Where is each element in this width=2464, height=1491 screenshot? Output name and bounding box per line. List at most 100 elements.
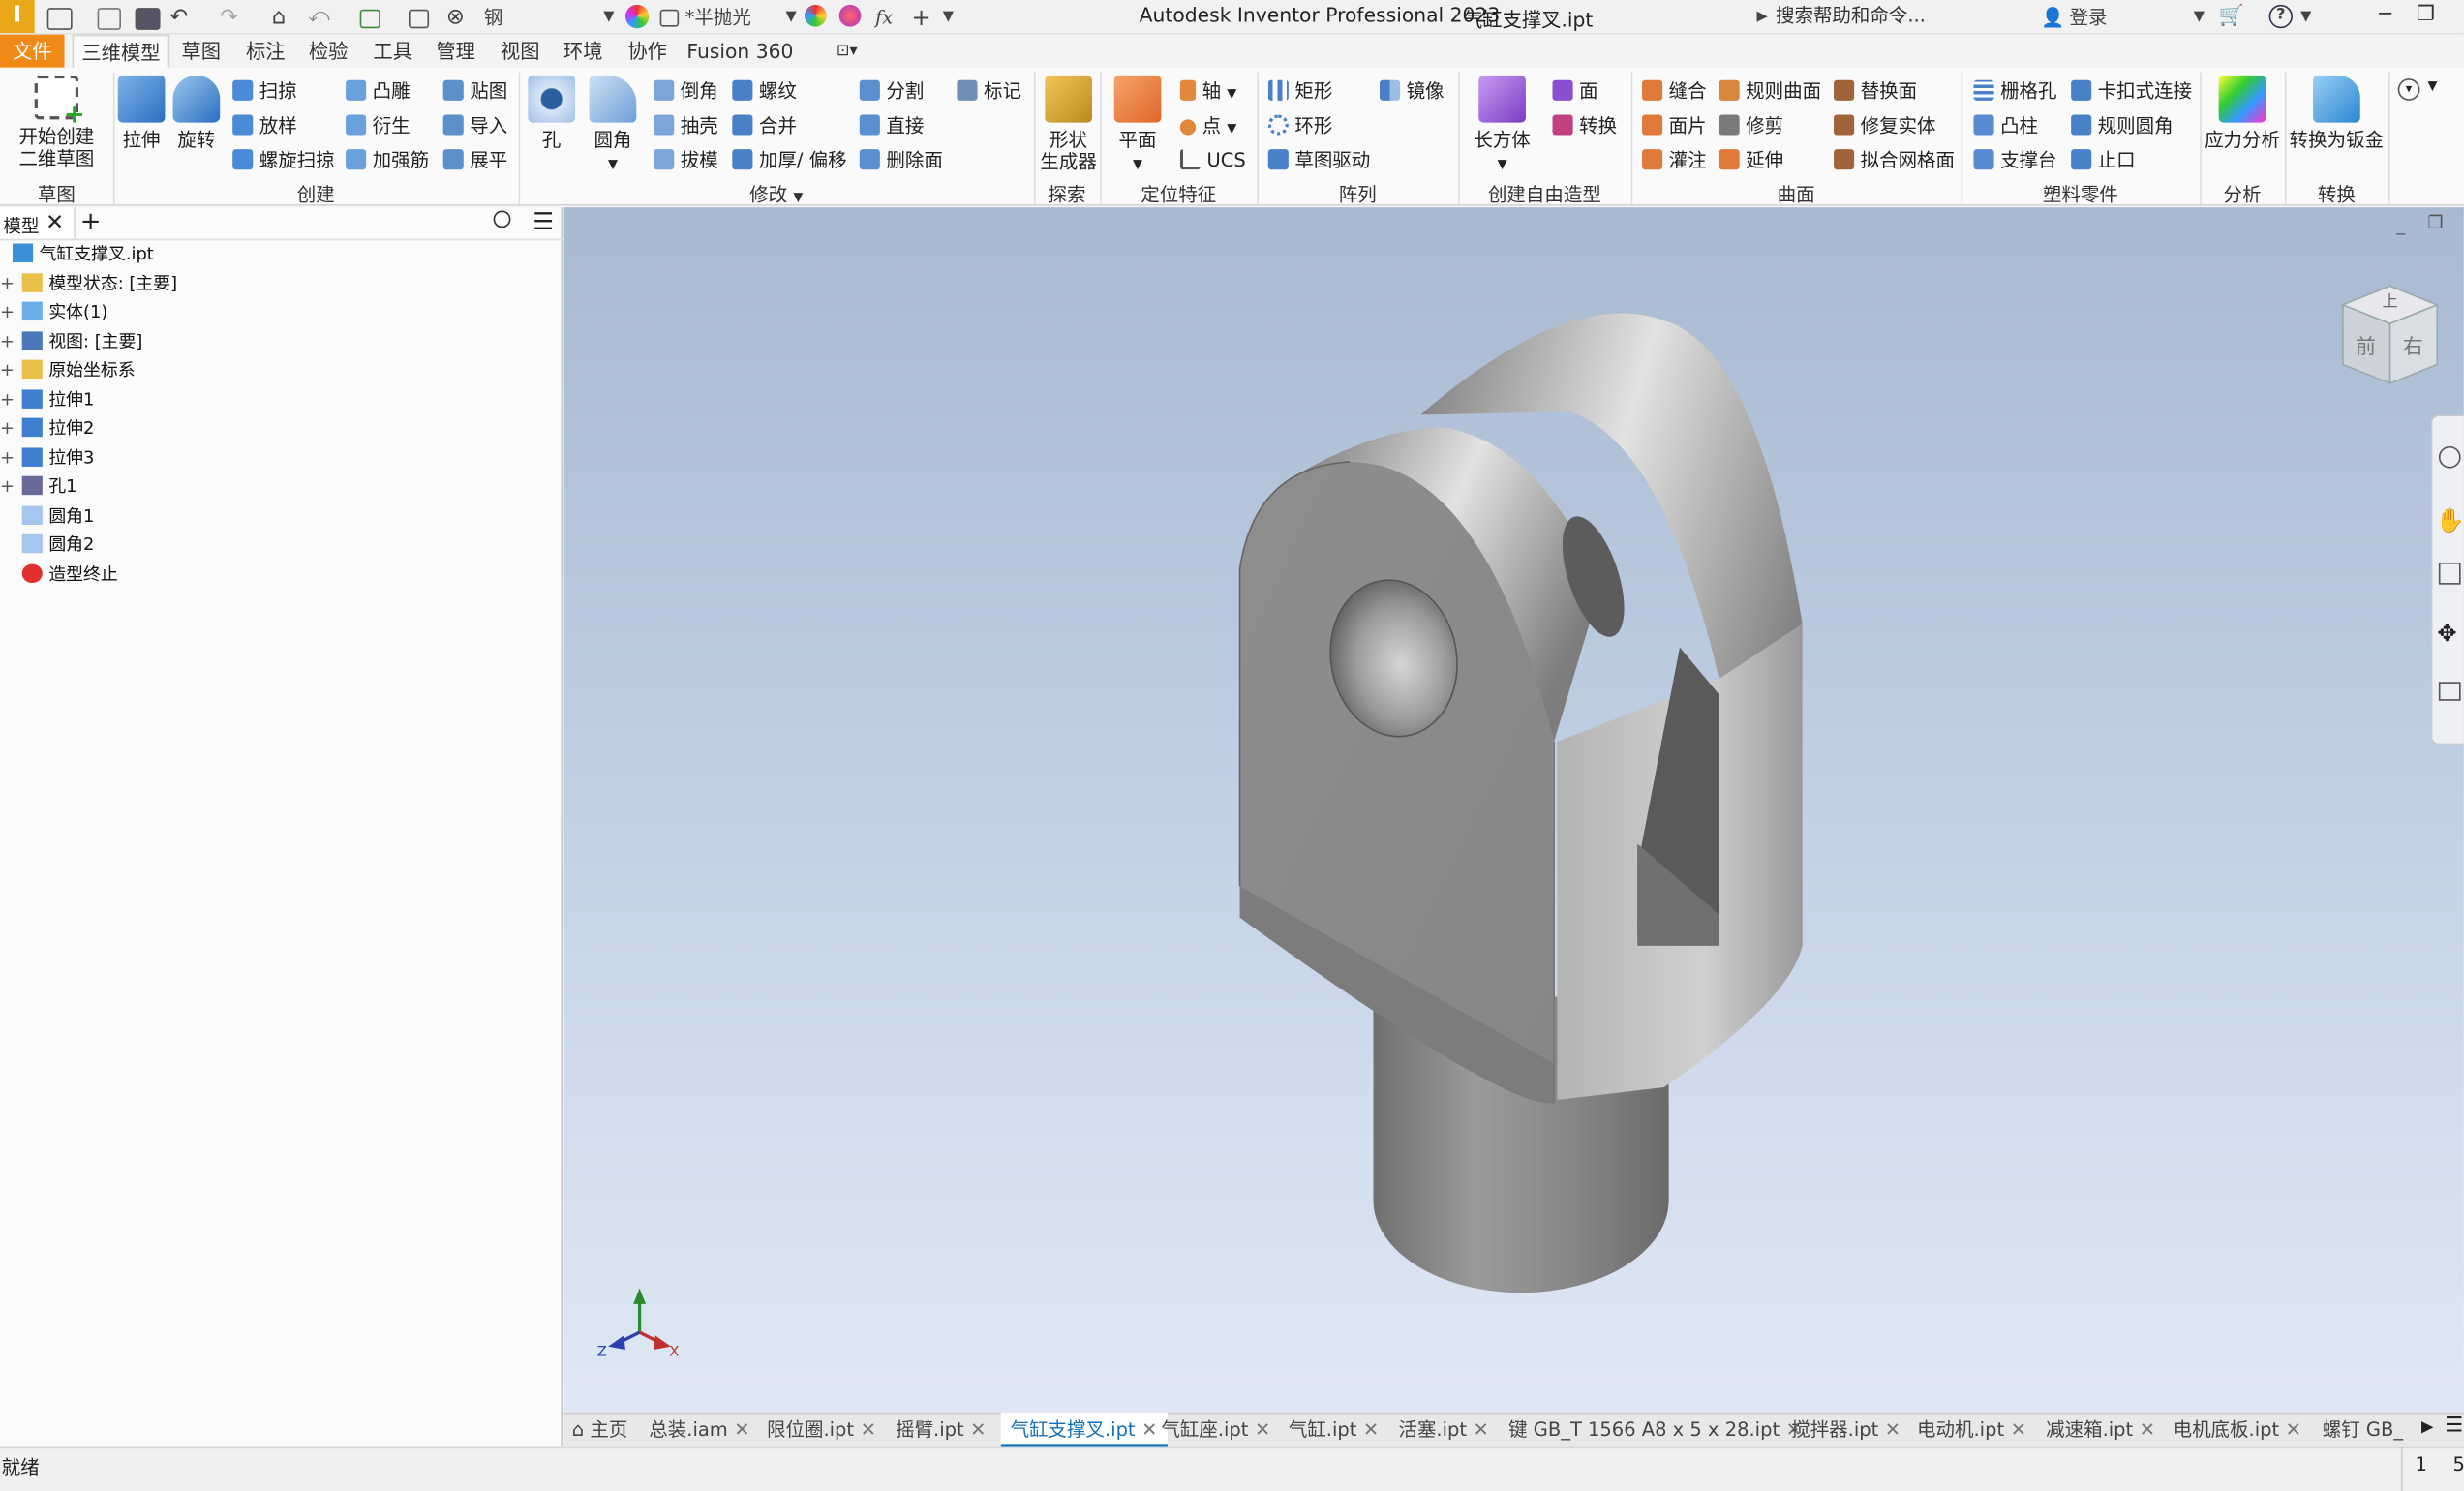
rectangular-pattern-button[interactable]: 矩形 <box>1267 77 1332 106</box>
patch-button[interactable]: 面片 <box>1642 111 1707 139</box>
shell-button[interactable]: 抽壳 <box>654 111 718 139</box>
mark-button[interactable]: 标记 <box>957 77 1021 106</box>
login-link[interactable]: 登录 <box>2069 3 2107 31</box>
panel-tab-model[interactable]: 模型 <box>3 214 39 239</box>
thicken-offset-button[interactable]: 加厚/ 偏移 <box>732 146 847 174</box>
import-button[interactable]: 导入 <box>442 111 507 139</box>
plus-icon[interactable]: + <box>911 3 930 31</box>
material-sphere-icon[interactable]: ⊗ <box>446 3 465 31</box>
tree-node[interactable]: + 拉伸2 <box>0 414 94 442</box>
plane-button[interactable]: 平面 ▼ <box>1110 75 1166 176</box>
close-tab-icon[interactable]: ✕ <box>734 1418 749 1441</box>
document-tab[interactable]: 电机底板.ipt ✕ <box>2174 1413 2301 1447</box>
split-button[interactable]: 分割 <box>859 77 924 106</box>
tab-3d-model[interactable]: 三维模型 <box>72 34 170 68</box>
loft-button[interactable]: 放样 <box>232 111 297 139</box>
minimize-icon[interactable]: ─ <box>2379 3 2391 26</box>
extrude-button[interactable]: 拉伸 <box>117 75 166 151</box>
chevron-down-icon[interactable]: ▼ <box>2428 78 2438 93</box>
freeform-face-button[interactable]: 面 <box>1552 77 1598 106</box>
chevron-right-icon[interactable]: ▶ <box>1757 3 1768 31</box>
expand-icon[interactable]: + <box>0 414 15 442</box>
close-tab-icon[interactable]: ✕ <box>1141 1418 1157 1441</box>
chevron-down-icon[interactable]: ▼ <box>2300 3 2311 31</box>
help-search-input[interactable]: 搜索帮助和命令... <box>1776 3 2036 30</box>
viewport-maximize-icon[interactable]: ❐ <box>2428 212 2444 232</box>
update-icon[interactable] <box>359 3 380 31</box>
restore-icon[interactable]: ❐ <box>2417 3 2435 26</box>
close-tab-icon[interactable]: ✕ <box>970 1418 986 1441</box>
viewcube-front-label[interactable]: 前 <box>2356 330 2376 359</box>
document-tab[interactable]: 总装.iam ✕ <box>649 1413 749 1447</box>
circular-pattern-button[interactable]: 环形 <box>1267 111 1332 139</box>
tab-annotate[interactable]: 标注 <box>240 35 290 68</box>
close-tab-icon[interactable]: ✕ <box>1474 1418 1489 1441</box>
expand-icon[interactable]: + <box>0 269 15 297</box>
appearance-ball-icon[interactable] <box>624 4 650 29</box>
chevron-down-icon[interactable]: ▼ <box>786 3 797 31</box>
document-tab[interactable]: 活塞.ipt ✕ <box>1398 1413 1488 1447</box>
document-tab[interactable]: 减速箱.ipt ✕ <box>2046 1413 2155 1447</box>
ribbon-expand-icon[interactable]: ▾ <box>2397 78 2420 101</box>
tabs-scroll-right-icon[interactable]: ▶ <box>2421 1418 2434 1436</box>
tab-sketch[interactable]: 草图 <box>176 35 227 68</box>
tree-node[interactable]: 圆角2 <box>0 532 94 560</box>
tab-fusion-360[interactable]: Fusion 360 <box>686 35 793 68</box>
start-2d-sketch-button[interactable]: + 开始创建 二维草图 <box>13 75 101 169</box>
viewport-minimize-icon[interactable]: _ <box>2396 215 2405 235</box>
redo-icon[interactable]: ↷ <box>220 3 238 31</box>
revolve-button[interactable]: 旋转 <box>169 75 223 151</box>
expand-icon[interactable]: + <box>0 472 15 501</box>
group-label-modify[interactable]: 修改 ▼ <box>519 181 1034 208</box>
tab-environments[interactable]: 环境 <box>558 35 608 68</box>
new-file-icon[interactable] <box>46 3 73 31</box>
tab-file[interactable]: 文件 <box>0 34 65 68</box>
hamburger-menu-icon[interactable]: ☰ <box>532 207 554 235</box>
expand-icon[interactable]: + <box>0 443 15 472</box>
decal-button[interactable]: 贴图 <box>442 77 507 106</box>
cart-icon[interactable]: 🛒 <box>2219 3 2244 31</box>
derive-button[interactable]: 衍生 <box>346 111 411 139</box>
customize-dropdown-icon[interactable]: ▼ <box>943 3 954 31</box>
material-select[interactable]: 钢 <box>484 3 503 31</box>
axis-button[interactable]: 轴 ▼ <box>1179 77 1236 106</box>
steering-wheel-icon[interactable] <box>2438 445 2461 469</box>
document-tab[interactable]: 电动机.ipt ✕ <box>1917 1413 2026 1447</box>
tree-node[interactable]: + 拉伸3 <box>0 443 94 472</box>
stitch-button[interactable]: 缝合 <box>1642 77 1707 106</box>
pan-hand-icon[interactable]: ✋ <box>2436 506 2464 534</box>
viewcube-top-label[interactable]: 上 <box>2382 288 2397 311</box>
inventor-logo-icon[interactable]: I <box>0 0 35 34</box>
close-tab-icon[interactable]: ✕ <box>2286 1418 2301 1441</box>
tree-node[interactable]: + 实体(1) <box>0 298 107 326</box>
tree-node[interactable]: + 原始坐标系 <box>0 356 136 384</box>
replace-face-button[interactable]: 替换面 <box>1834 77 1917 106</box>
close-tab-icon[interactable]: ✕ <box>2011 1418 2026 1441</box>
grill-button[interactable]: 栅格孔 <box>1973 77 2057 106</box>
emboss-button[interactable]: 凸雕 <box>346 77 411 106</box>
orbit-icon[interactable]: ✥ <box>2437 619 2456 647</box>
fit-mesh-face-button[interactable]: 拟合网格面 <box>1834 146 1955 174</box>
expand-icon[interactable]: + <box>0 327 15 355</box>
3d-part-model[interactable] <box>564 207 2464 1413</box>
delete-face-button[interactable]: 删除面 <box>859 146 943 174</box>
expand-icon[interactable]: + <box>0 298 15 326</box>
rule-fillet-button[interactable]: 规则圆角 <box>2071 111 2174 139</box>
convert-to-sheet-metal-button[interactable]: 转换为钣金 <box>2288 75 2386 151</box>
appearance-image-icon[interactable] <box>659 3 680 31</box>
tree-node[interactable]: 气缸支撑叉.ipt <box>0 240 154 268</box>
help-icon[interactable]: ? <box>2268 4 2293 29</box>
document-tab[interactable]: 气缸支撑叉.ipt ✕ <box>1000 1412 1168 1447</box>
close-tab-icon[interactable]: ✕ <box>1363 1418 1379 1441</box>
open-icon[interactable] <box>97 3 121 31</box>
tab-view[interactable]: 视图 <box>495 35 545 68</box>
save-icon[interactable] <box>135 3 161 31</box>
document-tab[interactable]: 气缸.ipt ✕ <box>1289 1413 1379 1447</box>
coil-button[interactable]: 螺旋扫掠 <box>232 146 335 174</box>
undo-icon[interactable]: ↶ <box>169 3 188 31</box>
document-tab[interactable]: 螺钉 GB_ <box>2323 1413 2403 1447</box>
home-tab[interactable]: ⌂ 主页 <box>572 1413 628 1447</box>
adjust-appearance-icon[interactable] <box>804 4 827 27</box>
repair-bodies-button[interactable]: 修复实体 <box>1834 111 1936 139</box>
document-tab[interactable]: 限位圈.ipt ✕ <box>767 1413 876 1447</box>
